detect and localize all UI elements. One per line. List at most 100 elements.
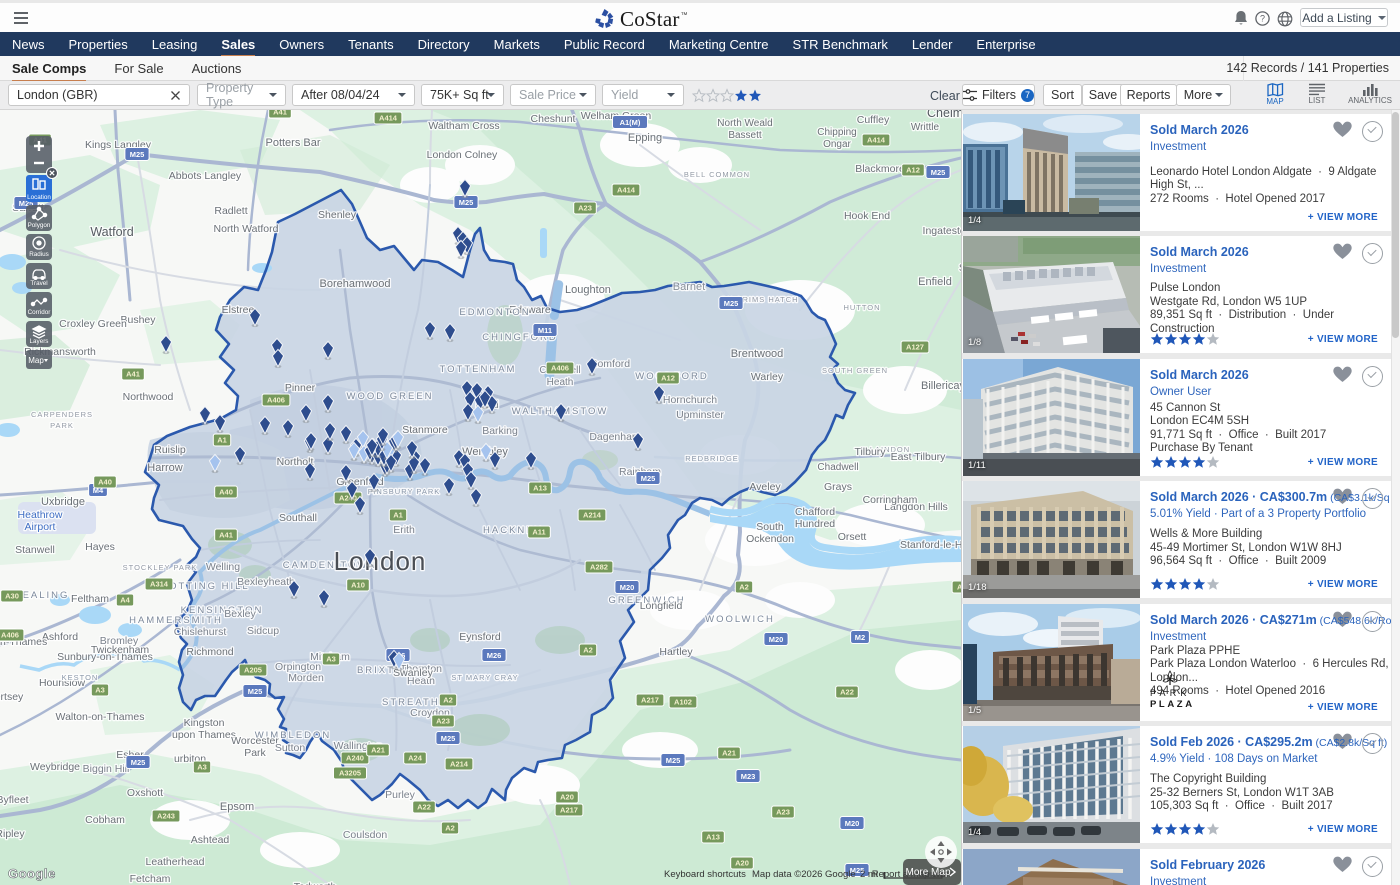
svg-text:M25: M25	[248, 687, 263, 696]
svg-text:A20: A20	[735, 859, 749, 868]
svg-text:A3: A3	[197, 763, 207, 772]
svg-text:Biggin Hill: Biggin Hill	[83, 763, 130, 775]
svg-text:Radius: Radius	[29, 251, 49, 258]
svg-text:A11: A11	[532, 528, 545, 537]
svg-text:Eynsford: Eynsford	[459, 631, 501, 643]
svg-text:Epping: Epping	[628, 132, 662, 144]
svg-text:HAMMERSMITH: HAMMERSMITH	[129, 615, 223, 626]
svg-text:A24: A24	[408, 754, 423, 763]
svg-text:PARK: PARK	[50, 421, 74, 430]
svg-text:PARK: PARK	[1150, 688, 1191, 698]
svg-text:Erith: Erith	[393, 524, 415, 536]
svg-text:Ashtead: Ashtead	[191, 834, 230, 846]
svg-text:STOCKLEY PARK: STOCKLEY PARK	[123, 563, 198, 572]
svg-text:Corridor: Corridor	[28, 309, 51, 316]
svg-text:Croxley Green: Croxley Green	[59, 318, 127, 330]
svg-text:A3: A3	[326, 655, 336, 664]
svg-text:Sutton: Sutton	[275, 742, 306, 754]
svg-text:A314: A314	[150, 580, 169, 589]
svg-text:Pinner: Pinner	[285, 382, 316, 394]
svg-text:SOUTH GREEN: SOUTH GREEN	[822, 366, 888, 375]
svg-text:A21: A21	[722, 749, 736, 758]
svg-text:Barnet: Barnet	[673, 281, 705, 293]
svg-text:Blackmore: Blackmore	[855, 163, 905, 175]
svg-text:Brentwood: Brentwood	[731, 348, 784, 360]
svg-text:A406: A406	[1, 631, 19, 640]
svg-text:A282: A282	[590, 563, 608, 572]
svg-text:Richmond: Richmond	[186, 646, 233, 658]
svg-text:Sidcup: Sidcup	[247, 625, 279, 637]
svg-text:Orpington: Orpington	[275, 661, 321, 673]
svg-text:A3: A3	[95, 686, 105, 695]
svg-text:Heathrow: Heathrow	[18, 509, 63, 521]
svg-text:A41: A41	[273, 110, 287, 117]
svg-text:Uxbridge: Uxbridge	[41, 496, 85, 508]
svg-text:Writtle: Writtle	[911, 122, 940, 133]
svg-text:EDMONTON: EDMONTON	[459, 307, 530, 318]
svg-text:Hornchurch: Hornchurch	[663, 394, 717, 406]
svg-text:M25: M25	[724, 299, 739, 308]
svg-text:A22: A22	[417, 803, 431, 812]
svg-text:Bexley: Bexley	[224, 608, 256, 620]
svg-text:HUTTON: HUTTON	[843, 303, 880, 312]
svg-text:Chelmsford: Chelmsford	[927, 110, 961, 120]
svg-text:EALING: EALING	[23, 590, 70, 601]
svg-text:Cuffley: Cuffley	[857, 114, 890, 126]
svg-text:?: ?	[1260, 14, 1265, 24]
svg-text:WOOLWICH: WOOLWICH	[705, 614, 775, 625]
svg-text:Bassett: Bassett	[728, 130, 762, 141]
svg-text:M20: M20	[769, 635, 784, 644]
svg-text:A20: A20	[560, 793, 574, 802]
svg-text:A10: A10	[351, 581, 365, 590]
svg-text:M25: M25	[131, 758, 146, 767]
svg-text:Loughton: Loughton	[565, 284, 611, 296]
svg-text:Keyboard shortcuts: Keyboard shortcuts	[664, 869, 746, 880]
svg-text:A240: A240	[346, 754, 364, 763]
svg-text:A2: A2	[583, 646, 593, 655]
svg-text:M26: M26	[487, 651, 502, 660]
svg-text:Stanmore: Stanmore	[402, 424, 448, 436]
svg-text:WOOD GREEN: WOOD GREEN	[346, 391, 433, 402]
svg-text:M20: M20	[620, 583, 635, 592]
svg-text:Ripley: Ripley	[0, 828, 25, 840]
svg-text:Walton-on-Thames: Walton-on-Thames	[56, 711, 145, 723]
svg-text:Welling: Welling	[206, 561, 240, 573]
svg-text:A41: A41	[219, 531, 233, 540]
svg-text:Coulsdon: Coulsdon	[343, 829, 388, 841]
svg-text:Chadwell: Chadwell	[817, 462, 858, 473]
svg-text:South: South	[756, 521, 784, 533]
svg-text:Upminster: Upminster	[676, 409, 724, 421]
svg-text:Warley: Warley	[751, 371, 784, 383]
svg-text:Waltham Cross: Waltham Cross	[428, 120, 499, 132]
svg-text:London: London	[334, 546, 427, 576]
svg-text:A243: A243	[157, 812, 175, 821]
svg-text:st Byfleet: st Byfleet	[0, 794, 29, 806]
svg-text:Potters Bar: Potters Bar	[265, 137, 320, 149]
svg-text:Radlett: Radlett	[214, 205, 247, 217]
svg-text:Tilbury: Tilbury	[854, 446, 886, 458]
svg-text:A2: A2	[445, 824, 455, 833]
svg-text:Abbots Langley: Abbots Langley	[169, 170, 242, 182]
svg-text:A217: A217	[560, 806, 578, 815]
svg-text:Northwood: Northwood	[123, 391, 174, 403]
svg-text:REDBRIDGE: REDBRIDGE	[685, 454, 739, 463]
svg-text:A40: A40	[98, 478, 112, 487]
svg-text:M20: M20	[845, 819, 860, 828]
svg-text:Bexleyheath: Bexleyheath	[237, 576, 295, 588]
svg-text:Layers: Layers	[30, 338, 49, 345]
svg-text:A214: A214	[583, 511, 602, 520]
svg-text:Harrow: Harrow	[147, 462, 183, 474]
svg-text:M11: M11	[538, 326, 552, 335]
svg-text:Stanwell: Stanwell	[15, 544, 55, 556]
svg-text:A4: A4	[120, 596, 130, 605]
svg-text:A406: A406	[267, 396, 285, 405]
svg-text:Weybridge: Weybridge	[30, 761, 80, 773]
svg-text:East Tilbury: East Tilbury	[891, 451, 947, 463]
svg-text:A1: A1	[217, 436, 227, 445]
svg-text:A1: A1	[393, 511, 403, 520]
svg-text:Map: Map	[28, 356, 44, 365]
svg-text:Chafford: Chafford	[795, 506, 835, 518]
svg-text:A1(M): A1(M)	[620, 118, 641, 127]
svg-text:Barking: Barking	[482, 425, 518, 437]
svg-text:Shenley: Shenley	[318, 209, 357, 221]
